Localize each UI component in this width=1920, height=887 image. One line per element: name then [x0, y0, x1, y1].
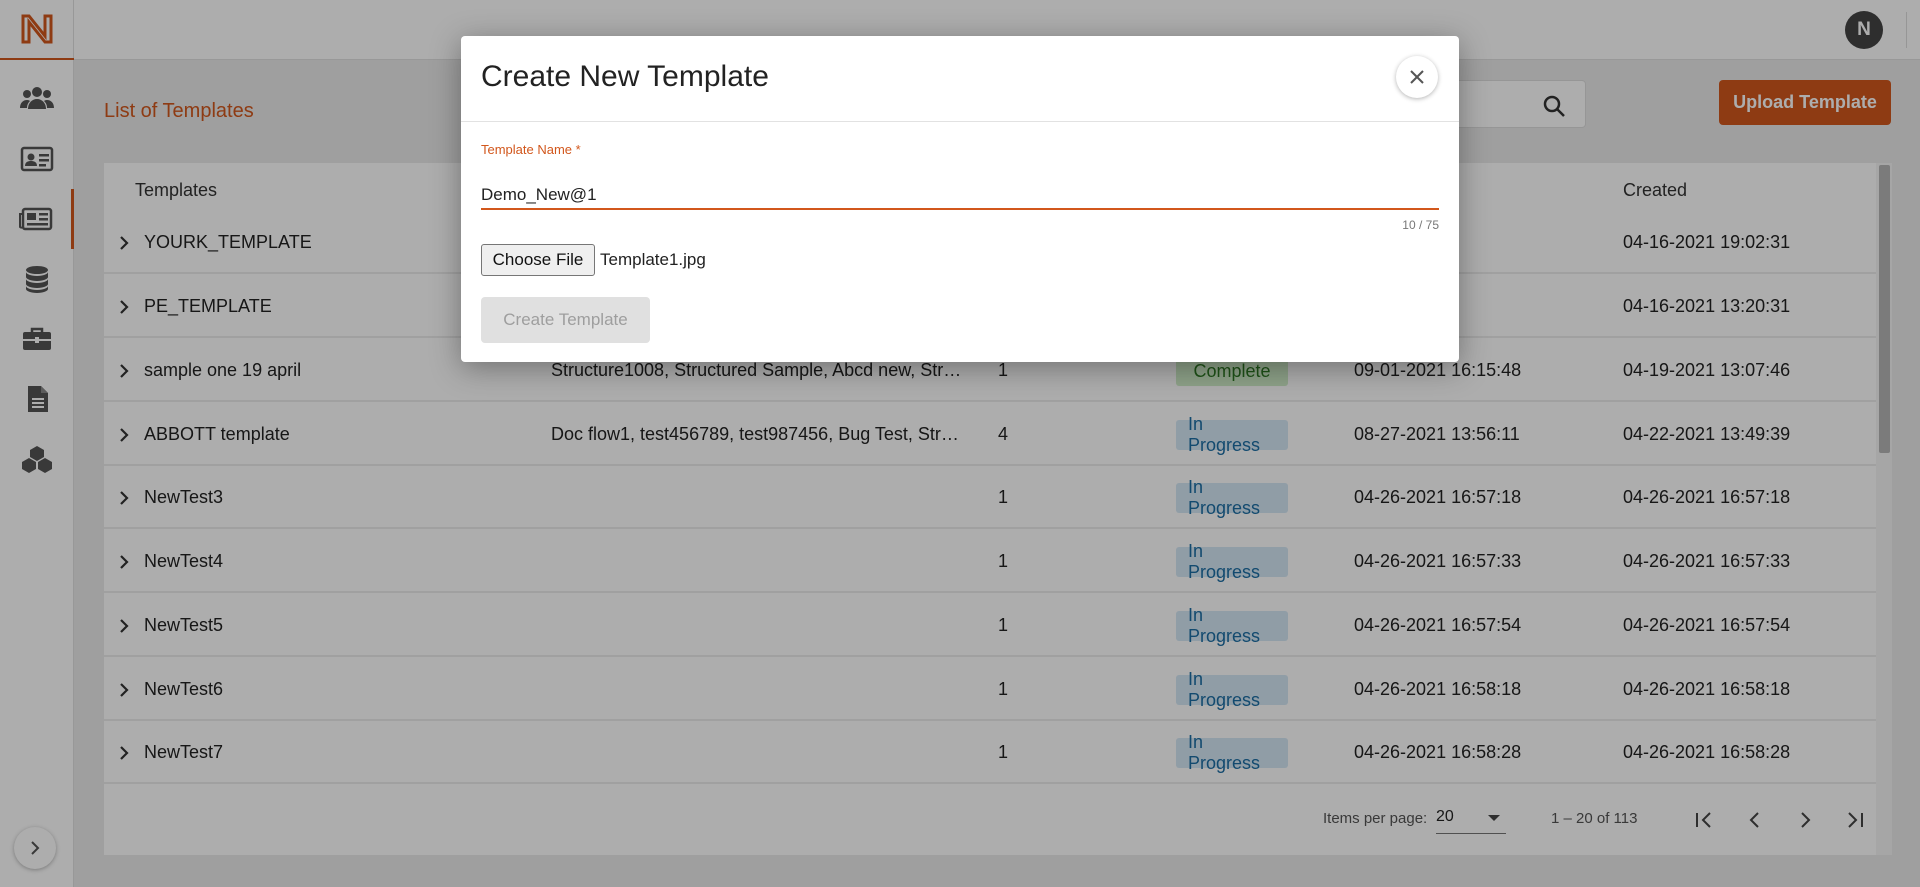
choose-file-button[interactable]: Choose File	[481, 244, 595, 276]
close-icon	[1410, 70, 1424, 84]
create-template-button[interactable]: Create Template	[481, 297, 650, 343]
char-count: 10 / 75	[1402, 218, 1439, 232]
template-name-label: Template Name *	[481, 142, 581, 157]
dialog-header: Create New Template	[461, 36, 1459, 122]
close-button[interactable]	[1396, 56, 1438, 98]
dialog-title: Create New Template	[481, 60, 769, 93]
template-name-input[interactable]	[481, 182, 1439, 210]
create-template-dialog: Create New Template Template Name * 10 /…	[461, 36, 1459, 362]
selected-file-name: Template1.jpg	[600, 250, 706, 269]
